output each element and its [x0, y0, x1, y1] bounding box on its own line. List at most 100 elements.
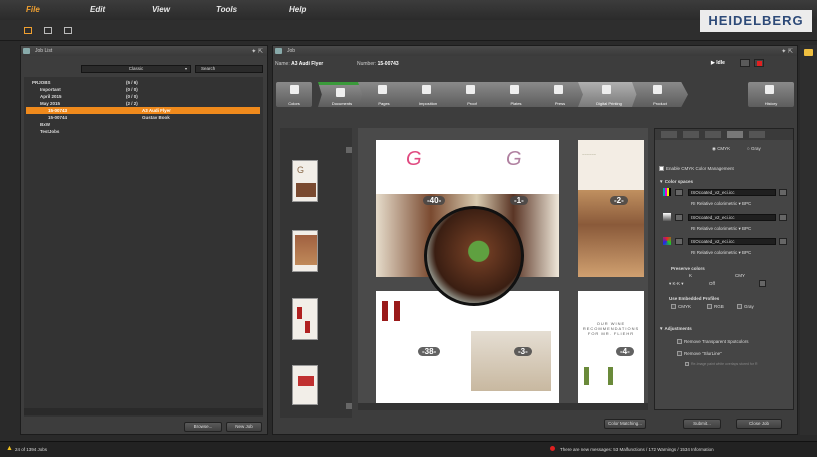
tree-row[interactable]: Important (0 / 0): [26, 86, 284, 93]
tab-marks[interactable]: [705, 131, 721, 138]
page-thumbnail[interactable]: [292, 365, 318, 405]
heidelberg-logo: HEIDELBERG: [700, 10, 812, 32]
tree-row[interactable]: 15-00744 Gustav Book: [26, 114, 284, 121]
scroll-up-button[interactable]: [346, 147, 352, 153]
profile-field[interactable]: ISOcoated_v2_eci.icc: [688, 189, 776, 196]
faded-option: Re-Image paint white overlaps stored for…: [685, 362, 758, 367]
intent-row[interactable]: RI Relative colorimetric ▾ BPC: [691, 226, 751, 232]
menu-view[interactable]: View: [152, 5, 170, 14]
profile-toggle[interactable]: [675, 238, 683, 245]
stage-documents[interactable]: Documents: [318, 82, 366, 107]
stage-colors[interactable]: Colors: [276, 82, 312, 107]
status-messages[interactable]: There are new messages: 53 Malfunctions …: [560, 447, 714, 452]
k-label: K: [689, 273, 693, 278]
enable-cm-checkbox[interactable]: Enable CMYK Color Management: [659, 166, 734, 172]
color-spaces-header[interactable]: ▼ Color spaces: [659, 179, 693, 184]
stage-product[interactable]: Product: [632, 82, 688, 107]
spread-page[interactable]: -38- -3-: [376, 291, 559, 403]
tab-output[interactable]: [749, 131, 765, 138]
menu-file[interactable]: File: [26, 5, 40, 14]
cmy-select[interactable]: Off: [709, 281, 715, 286]
filter-select[interactable]: Classic ▾: [81, 65, 191, 73]
stage-proof[interactable]: Proof: [446, 82, 498, 107]
page-thumbnail[interactable]: [292, 298, 318, 340]
new-job-button[interactable]: New Job: [226, 422, 262, 432]
chevron-down-icon[interactable]: [759, 280, 766, 287]
stop-icon: [757, 61, 762, 66]
tab-color[interactable]: [727, 131, 743, 138]
profile-field[interactable]: ISOcoated_v2_eci.icc: [688, 214, 776, 221]
submit-button[interactable]: Submit...: [683, 419, 721, 429]
play-icon[interactable]: ▶: [711, 60, 715, 66]
profile-toggle[interactable]: [675, 189, 683, 196]
list-icon[interactable]: [44, 27, 52, 34]
home-icon[interactable]: [24, 27, 32, 34]
tree-row-name: 15-00743: [48, 108, 68, 113]
browse-button[interactable]: Browse...: [184, 422, 222, 432]
preview-scrollbar[interactable]: [358, 403, 648, 410]
radio-cmyk[interactable]: ◉ CMYK: [712, 146, 730, 152]
page-thumbnail[interactable]: [292, 230, 318, 272]
message-icon[interactable]: [804, 49, 813, 56]
stage-plates[interactable]: Plates: [490, 82, 542, 107]
profile-browse-button[interactable]: [779, 214, 787, 221]
pin-icon[interactable]: ✦ ⇱: [251, 47, 263, 57]
profile-browse-button[interactable]: [779, 189, 787, 196]
profile-field[interactable]: ISOcoated_v2_eci.icc: [688, 238, 776, 245]
tab-layout[interactable]: [683, 131, 699, 138]
stage-history[interactable]: History: [748, 82, 794, 107]
intent-value: Relative colorimetric: [696, 250, 738, 255]
horizontal-scrollbar[interactable]: [24, 408, 263, 415]
stop-button[interactable]: [754, 59, 764, 67]
status-bar: ▲ 24 of 1394 Jobs There are new messages…: [0, 441, 817, 457]
emb-gray-checkbox[interactable]: Gray: [737, 304, 754, 310]
pause-button[interactable]: [740, 59, 750, 67]
tree-row[interactable]: May 2015 (2 / 2): [26, 100, 284, 107]
intent-row[interactable]: RI Relative colorimetric ▾ BPC: [691, 201, 751, 207]
tab-general[interactable]: [661, 131, 677, 138]
calendar-icon[interactable]: [64, 27, 72, 34]
emb-rgb-checkbox[interactable]: RGB: [707, 304, 724, 310]
bpc-label: BPC: [742, 250, 752, 255]
intent-row[interactable]: RI Relative colorimetric ▾ BPC: [691, 250, 751, 256]
adjustments-header[interactable]: ▼ Adjustments: [659, 326, 692, 331]
tree-row-selected[interactable]: 15-00743 A3 Audi Flyer: [26, 107, 260, 114]
search-input[interactable]: Search: [195, 65, 263, 73]
spread-page[interactable]: OUR WINE RECOMMENDATIONS FOR MR. FLIEHR …: [578, 291, 644, 403]
stage-digital-printing[interactable]: Digital Printing: [578, 82, 640, 107]
tree-row[interactable]: TestJobs: [26, 128, 284, 135]
color-matching-button[interactable]: Color Matching...: [604, 419, 646, 429]
emb-cmyk-checkbox[interactable]: CMYK: [671, 304, 691, 310]
wine-photo: [298, 376, 314, 386]
color-spaces-label: Color spaces: [664, 179, 693, 184]
spread-page[interactable]: ~~~~~~ -2-: [578, 140, 644, 277]
job-tree: PRJOBS (5 / 6) Important (0 / 0) April 201…: [24, 77, 263, 417]
checkbox-icon: [685, 362, 689, 367]
stage-press[interactable]: Press: [534, 82, 586, 107]
profile-toggle[interactable]: [675, 214, 683, 221]
profile-browse-button[interactable]: [779, 238, 787, 245]
tree-row[interactable]: BxW: [26, 121, 284, 128]
rgb-icon: [663, 237, 671, 245]
emb-gray-label: Gray: [744, 304, 754, 309]
stage-pages[interactable]: Pages: [358, 82, 410, 107]
menu-help[interactable]: Help: [289, 5, 306, 14]
document-icon: [336, 88, 346, 97]
tree-row[interactable]: PRJOBS (5 / 6): [26, 79, 284, 86]
remove-slur-checkbox[interactable]: Remove "SlurLine": [677, 351, 722, 357]
stage-imposition[interactable]: Imposition: [402, 82, 454, 107]
tree-row[interactable]: April 2015 (0 / 0): [26, 93, 284, 100]
pin-icon[interactable]: ✦ ⇱: [781, 47, 793, 57]
close-job-button[interactable]: Close Job: [736, 419, 782, 429]
magnifier-loupe[interactable]: [424, 206, 524, 306]
menu-edit[interactable]: Edit: [90, 5, 105, 14]
radio-gray[interactable]: ○ Gray: [747, 146, 761, 151]
stage-label: Pages: [378, 101, 390, 106]
menu-tools[interactable]: Tools: [216, 5, 237, 14]
page-thumbnail[interactable]: G: [292, 160, 318, 202]
k-select[interactable]: ▾ K-K ▾: [669, 281, 684, 287]
remove-spot-checkbox[interactable]: Remove Transparent Spotcolors: [677, 339, 749, 345]
tree-row-name: April 2015: [40, 94, 62, 99]
scroll-down-button[interactable]: [346, 403, 352, 409]
checkbox-icon: [677, 351, 682, 357]
